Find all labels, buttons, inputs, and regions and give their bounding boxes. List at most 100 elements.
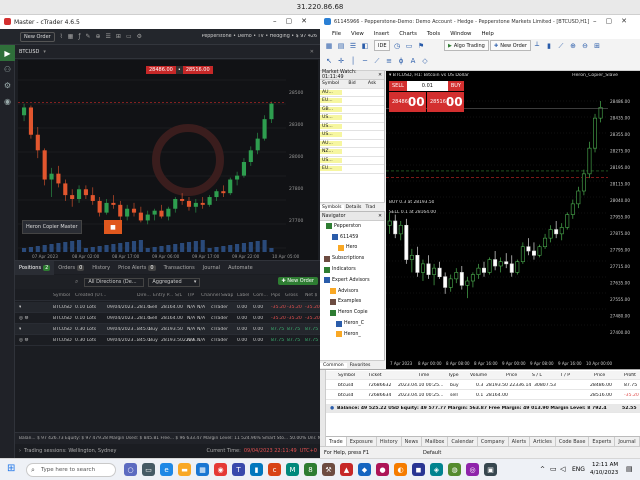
channel-icon[interactable]: ≡ <box>384 56 394 66</box>
position-row[interactable]: ▾ BTCUSD 0.10 Lots 09/04/2023... 281.6 Sell 28… <box>15 302 320 313</box>
direction-filter[interactable]: All Directions (De... <box>84 277 145 287</box>
zoom-in-icon[interactable]: ⊕ <box>568 41 578 51</box>
ctrader-chart[interactable]: 28500 28300 28000 27800 27700 07 Apr 2023 08 A… <box>18 60 318 260</box>
sell-price-button[interactable]: 28486.00 <box>146 66 176 74</box>
watch-symbol[interactable]: US... <box>320 123 342 129</box>
tab-transactions[interactable]: Transactions <box>160 261 199 275</box>
window-controls[interactable]: –▢✕ <box>273 17 316 25</box>
menu-file[interactable]: File <box>332 31 341 37</box>
windows-start-icon[interactable]: ⊞ <box>7 464 15 474</box>
watch-symbol[interactable]: EU... <box>320 98 342 104</box>
chart-bars-icon[interactable]: ┴ <box>532 41 542 51</box>
watch-symbol[interactable]: EU... <box>320 166 342 172</box>
market-watch-row[interactable]: NZ... <box>320 148 384 157</box>
col-created[interactable]: Created (UT... <box>75 293 115 298</box>
market-watch-row[interactable]: US... <box>320 131 384 140</box>
navigator-item[interactable]: Hero <box>320 243 384 254</box>
store-icon[interactable]: ▦ <box>196 463 209 476</box>
tab-history[interactable]: History <box>88 261 114 275</box>
watch-symbol[interactable]: GB... <box>320 106 342 112</box>
profiles-icon[interactable]: ▤ <box>336 41 346 51</box>
app-purple-icon[interactable]: ◎ <box>466 463 479 476</box>
cursor-icon[interactable]: ↖ <box>324 56 334 66</box>
watch-symbol[interactable]: AU... <box>320 89 342 95</box>
navigator-item[interactable]: Advisors <box>320 286 384 297</box>
clock-date[interactable]: 4/10/2023 <box>590 470 618 476</box>
teams-icon[interactable]: T <box>232 463 245 476</box>
mt4-chart-canvas[interactable]: 28486.00 28435.00 28355.00 28275.00 28195.00… <box>386 71 640 369</box>
algo-trading-button[interactable]: ▶ Algo Trading <box>444 40 489 51</box>
tester-icon[interactable]: ⚑ <box>416 41 426 51</box>
app-navy-icon[interactable]: ◼ <box>412 463 425 476</box>
one-click-sell-button[interactable]: SELL <box>389 81 407 91</box>
app-tool-icon[interactable]: ⚒ <box>322 463 335 476</box>
col-tp[interactable]: T / P <box>560 373 570 378</box>
chart-close-icon[interactable]: ✕ <box>310 49 314 55</box>
menu-window[interactable]: Window <box>450 31 471 37</box>
chrome-icon[interactable]: ◉ <box>214 463 227 476</box>
zoom-out-icon[interactable]: ⊖ <box>580 41 590 51</box>
position-row[interactable]: ◎ ⚙ BTCUSD 0.10 Lots 09/04/2023... 281.6 Sell… <box>15 313 320 324</box>
edge-icon[interactable]: e <box>160 463 173 476</box>
col-profit[interactable]: Profit <box>624 373 636 378</box>
tab-symbols[interactable]: Symbols <box>320 204 344 210</box>
clock-time[interactable]: 12:11 AM <box>592 462 618 468</box>
new-chart-icon[interactable]: ▦ <box>324 41 334 51</box>
tile-icon[interactable]: ⊞ <box>592 41 602 51</box>
chart-candles-icon[interactable]: ▮ <box>544 41 554 51</box>
market-watch-row[interactable]: GB... <box>320 106 384 114</box>
position-actions-icon[interactable]: ◎ ⚙ <box>19 316 29 321</box>
menu-insert[interactable]: Insert <box>374 31 389 37</box>
col-symbol[interactable]: Symbol <box>338 373 355 378</box>
chart-line-icon[interactable]: ⟋ <box>556 41 566 51</box>
volume-icon[interactable]: ◁ <box>560 465 565 473</box>
col-net[interactable]: Net $ <box>305 293 317 298</box>
col-sl[interactable]: S / L <box>532 373 542 378</box>
col-volume[interactable]: Volume <box>470 373 487 378</box>
buy-price-button[interactable]: 28516.00 <box>182 66 213 74</box>
app-red-icon[interactable]: ▲ <box>340 463 353 476</box>
app-green-icon[interactable]: ◍ <box>448 463 461 476</box>
watch-symbol[interactable]: NZ... <box>320 149 342 155</box>
account-info[interactable]: Pepperstone • Demo • TV • Hedging • $ 97… <box>202 34 317 39</box>
market-watch-row[interactable]: AU... <box>320 89 384 97</box>
navigator-item[interactable]: Pepperston <box>320 221 384 232</box>
settings-icon[interactable]: ⚙ <box>137 33 142 40</box>
trade-row[interactable]: btcusd 72686632 2023.04.10 00:25... buy 0.3 2… <box>326 381 640 390</box>
col-commission[interactable]: Com... <box>253 293 268 298</box>
timeframe-icon[interactable]: ⌇ <box>60 33 63 40</box>
app-teal-icon[interactable]: ◈ <box>430 463 443 476</box>
session-chevron-icon[interactable]: › <box>19 448 21 454</box>
new-order-button[interactable]: New Order <box>20 31 55 42</box>
tab-details[interactable]: Details <box>344 205 364 210</box>
ctrader-taskbar-icon[interactable]: c <box>268 463 281 476</box>
analyze-nav-icon[interactable]: ◉ <box>0 93 15 109</box>
col-label[interactable]: Label <box>237 293 249 298</box>
horizontal-line-icon[interactable]: ─ <box>360 56 370 66</box>
navigator-item[interactable]: Heron Copie <box>320 307 384 318</box>
market-watch-row[interactable]: AU... <box>320 140 384 148</box>
navigator-item[interactable]: Heron_C <box>320 318 384 329</box>
navigator-item[interactable]: 611459 <box>320 232 384 243</box>
col-entry[interactable]: Entry P... <box>153 293 173 298</box>
watch-symbol[interactable]: US... <box>320 132 342 138</box>
market-watch-row[interactable]: US... <box>320 157 384 165</box>
copy-nav-icon[interactable]: ⚇ <box>0 61 15 77</box>
ide-button[interactable]: IDE <box>374 40 391 51</box>
position-row[interactable]: ◎ ⚙ BTCUSD 0.30 Lots 09/04/2023... 845.0 Buy 2… <box>15 335 320 346</box>
watch-symbol[interactable]: US... <box>320 115 342 121</box>
trade-nav-icon[interactable]: ▶ <box>0 45 15 61</box>
app-pink-icon[interactable]: ● <box>376 463 389 476</box>
search-icon[interactable]: ⌕ <box>75 278 78 286</box>
col-tp[interactable]: T/P <box>187 293 194 298</box>
market-watch-row[interactable]: EU... <box>320 165 384 174</box>
tab-positions[interactable]: Positions 2 <box>15 260 55 275</box>
app-blue-icon[interactable]: ◆ <box>358 463 371 476</box>
col-current-price[interactable]: Price <box>594 373 605 378</box>
terminal-app-icon[interactable]: ▮ <box>250 463 263 476</box>
positions-new-order-button[interactable]: ✚ New Order <box>277 277 318 285</box>
navigator-item[interactable]: Heron_ <box>320 329 384 340</box>
timezone[interactable]: UTC+0 <box>300 448 317 454</box>
col-channel[interactable]: Channel <box>201 293 220 298</box>
mt4-window-controls[interactable]: –▢✕ <box>593 17 636 25</box>
